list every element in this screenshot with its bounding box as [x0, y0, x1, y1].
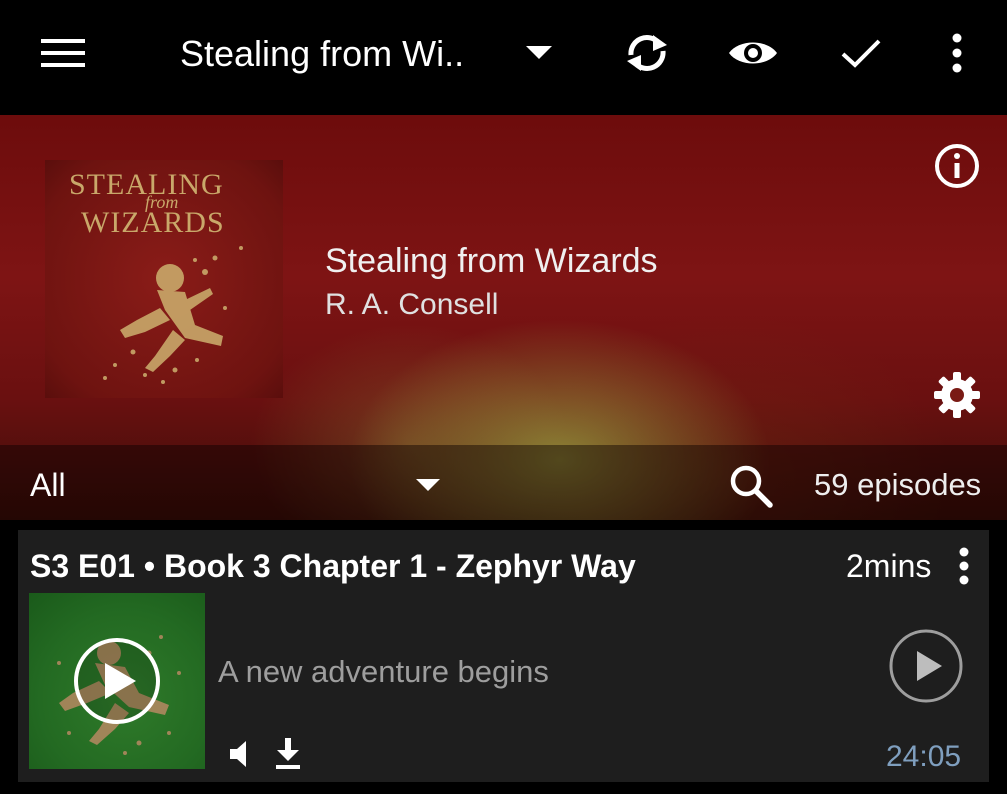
info-icon[interactable] [933, 142, 981, 190]
caret-down-icon[interactable] [412, 473, 444, 497]
volume-icon [226, 738, 254, 770]
more-vert-icon[interactable] [929, 25, 985, 81]
podcast-author: R. A. Consell [325, 288, 499, 321]
play-icon[interactable] [888, 628, 964, 704]
episode-title: S3 E01 • Book 3 Chapter 1 - Zephyr Way [30, 548, 636, 584]
episode-time: 24:05 [886, 740, 962, 773]
podcast-title: Stealing from Wizards [325, 242, 658, 280]
app-bar: Stealing from Wi.. [0, 0, 1007, 110]
filter-dropdown[interactable]: All [30, 465, 66, 505]
gear-icon[interactable] [932, 370, 982, 420]
episode-description: A new adventure begins [218, 654, 549, 689]
caret-down-icon[interactable] [511, 25, 567, 81]
episode-card[interactable]: S3 E01 • Book 3 Chapter 1 - Zephyr Way 2… [18, 530, 989, 782]
eye-icon[interactable] [725, 25, 781, 81]
running-figure-illustration [103, 246, 243, 384]
refresh-icon[interactable] [619, 25, 675, 81]
download-icon[interactable] [273, 736, 303, 770]
episode-duration: 2mins [846, 548, 932, 584]
episode-thumbnail[interactable] [29, 593, 205, 769]
podcast-selector-title[interactable]: Stealing from Wi.. [180, 30, 464, 78]
more-vert-icon[interactable] [951, 544, 977, 588]
filter-bar: All 59 episodes [0, 445, 1007, 520]
search-icon[interactable] [728, 463, 774, 509]
episode-count: 59 episodes [814, 467, 982, 502]
thumbnail-play-icon[interactable] [72, 636, 162, 726]
menu-icon[interactable] [35, 25, 91, 81]
podcast-header: STEALING from WIZARDS Stealing from Wiza… [0, 115, 1007, 520]
check-icon[interactable] [833, 25, 889, 81]
podcast-cover-art: STEALING from WIZARDS [45, 160, 283, 398]
